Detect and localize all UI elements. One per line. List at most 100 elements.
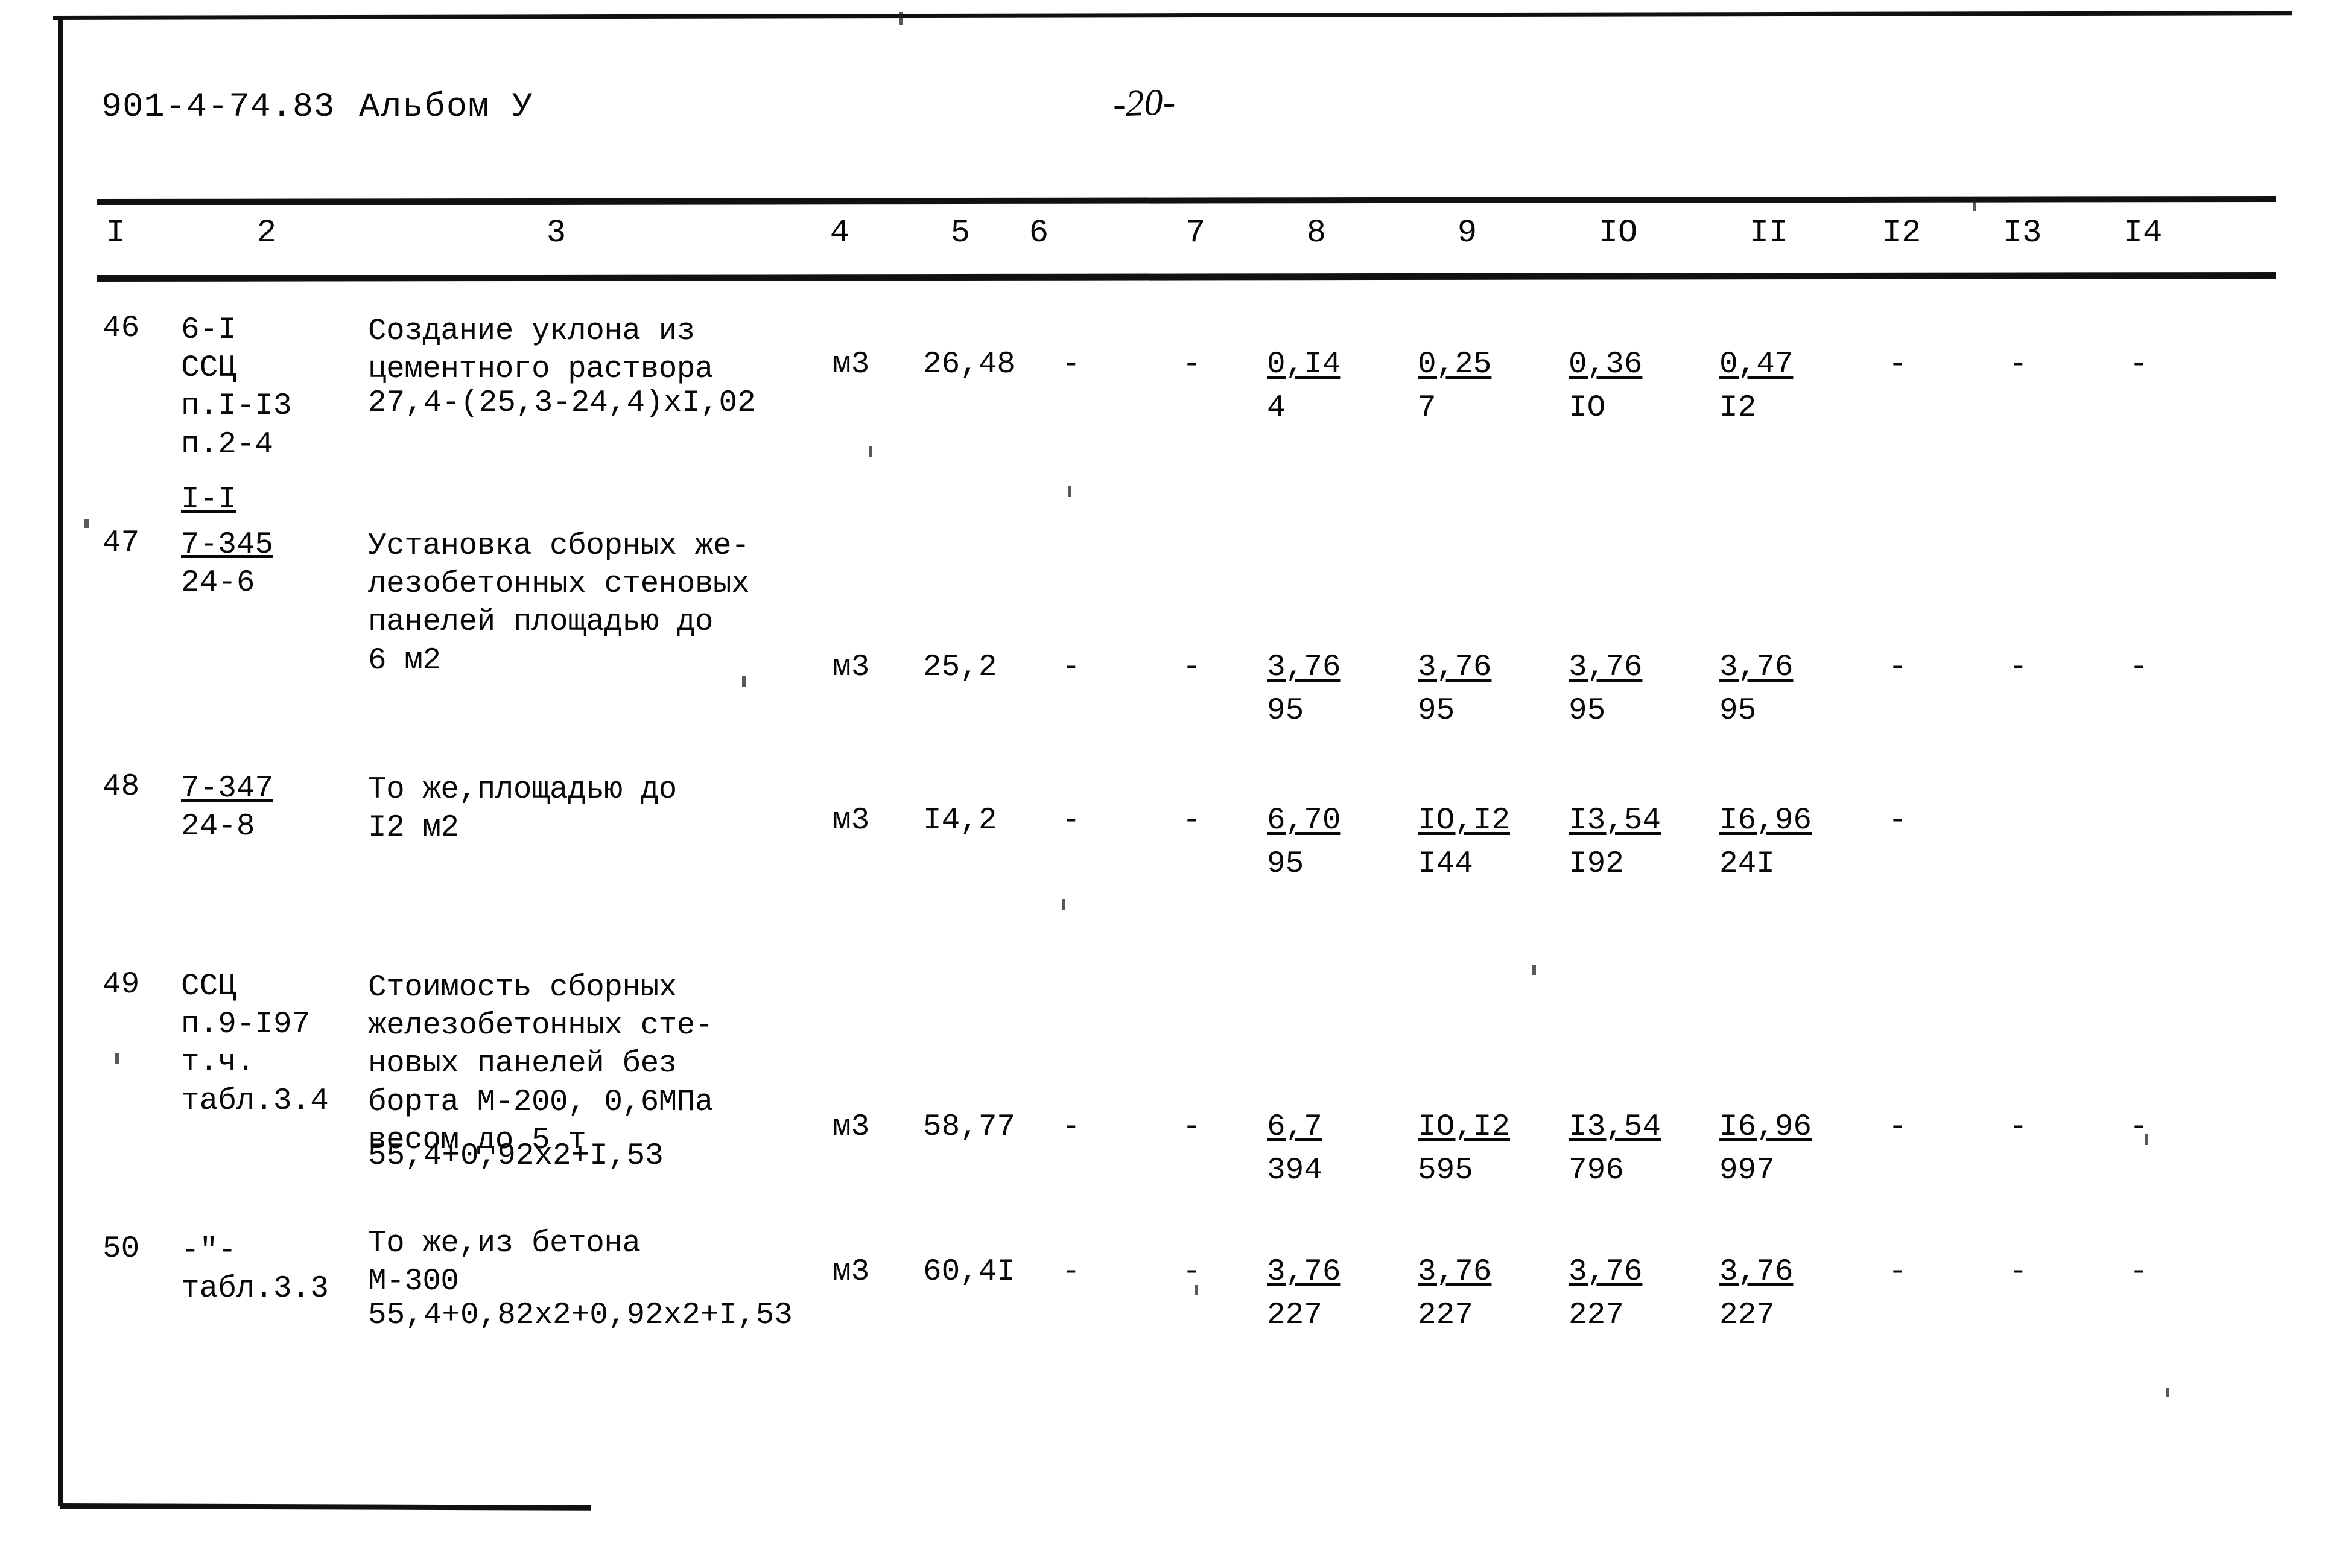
empty-cell-dash: -: [1888, 804, 1907, 838]
work-description: То же,площадью до I2 м2: [368, 773, 677, 846]
fraction-denominator: 7: [1418, 390, 1436, 425]
norm-code-line: табл.3.4: [181, 1084, 329, 1119]
norm-code-line: 7-347: [181, 770, 273, 808]
norm-code-underlined: 7-345: [181, 528, 274, 562]
unit-of-measure: м3: [833, 804, 870, 838]
empty-cell-dash: -: [2009, 1255, 2028, 1289]
fraction-denominator: I92: [1569, 846, 1624, 881]
norm-code-underlined: I-I: [181, 482, 236, 517]
norm-code-line: 24-6: [181, 566, 255, 601]
fraction-cell-col10: I3,54 I92: [1569, 805, 1683, 880]
norm-code-line: ССЦ: [181, 351, 236, 386]
empty-cell-dash: -: [1062, 650, 1080, 685]
empty-cell-dash: -: [2009, 1110, 2028, 1144]
row-number: 48: [103, 770, 140, 804]
fraction-cell-col11: 3,76 227: [1719, 1256, 1834, 1332]
row-number: 46: [103, 311, 140, 346]
empty-cell-dash: -: [1888, 1255, 1907, 1289]
fraction-numerator: 3,76: [1267, 1255, 1341, 1289]
empty-cell-dash: -: [2009, 348, 2028, 382]
fraction-cell-col8: 3,76 227: [1267, 1256, 1382, 1332]
empty-cell-dash: -: [1888, 650, 1907, 685]
empty-cell-dash: -: [2130, 1255, 2148, 1289]
fraction-numerator: 3,76: [1267, 650, 1341, 685]
scan-speckle: [1532, 965, 1536, 975]
quantity-value: 60,4I: [923, 1255, 1016, 1289]
empty-cell-dash: -: [1062, 1255, 1080, 1289]
fraction-cell-col10: I3,54 796: [1569, 1111, 1683, 1187]
work-description: Создание уклона из цементного раствора: [368, 314, 714, 387]
norm-code: -"- табл.3.3: [181, 1232, 329, 1308]
fraction-cell-col11: I6,96 997: [1719, 1111, 1834, 1187]
scan-speckle: [1068, 486, 1071, 497]
fraction-cell-col8: 6,7 394: [1267, 1111, 1382, 1187]
fraction-cell-col10: 0,36 IO: [1569, 349, 1683, 424]
fraction-cell-col11: I6,96 24I: [1719, 805, 1834, 880]
scan-speckle: [742, 676, 746, 687]
scan-speckle: [1195, 1285, 1198, 1295]
fraction-numerator: 3,76: [1418, 1255, 1492, 1289]
quantity-value: 26,48: [923, 348, 1016, 382]
fraction-cell-col9: 3,76 95: [1418, 652, 1532, 727]
fraction-cell-col9: IO,I2 I44: [1418, 805, 1532, 880]
fraction-denominator: 227: [1569, 1298, 1624, 1333]
fraction-denominator: 796: [1569, 1153, 1624, 1188]
fraction-numerator: 0,25: [1418, 348, 1492, 382]
empty-cell-dash: -: [1062, 348, 1080, 382]
fraction-denominator: 95: [1418, 693, 1455, 728]
fraction-denominator: 95: [1267, 846, 1304, 881]
fraction-cell-col8: 6,70 95: [1267, 805, 1382, 880]
norm-code-underlined: 7-347: [181, 772, 274, 806]
fraction-denominator: 227: [1267, 1298, 1322, 1333]
unit-of-measure: м3: [833, 348, 870, 382]
fraction-numerator: 0,I4: [1267, 348, 1341, 382]
fraction-numerator: 3,76: [1719, 650, 1794, 685]
empty-cell-dash: -: [1182, 1110, 1201, 1144]
quantity-value: 58,77: [923, 1110, 1016, 1144]
scan-speckle: [84, 519, 89, 528]
fraction-numerator: I6,96: [1719, 804, 1812, 838]
empty-cell-dash: -: [1062, 1110, 1080, 1144]
empty-cell-dash: -: [2130, 348, 2148, 382]
work-description: Стоимость сборных железобетонных сте- но…: [368, 971, 714, 1158]
norm-code-line: табл.3.3: [181, 1272, 329, 1307]
norm-code-line: п.2-4: [181, 427, 274, 462]
fraction-denominator: 95: [1719, 693, 1757, 728]
fraction-cell-col10: 3,76 95: [1569, 652, 1683, 727]
fraction-cell-col8: 3,76 95: [1267, 652, 1382, 727]
fraction-denominator: 997: [1719, 1153, 1775, 1188]
quantity-value: I4,2: [923, 804, 997, 838]
fraction-denominator: 4: [1267, 390, 1286, 425]
fraction-numerator: 3,76: [1418, 650, 1492, 685]
table-body: 46 6-I ССЦ п.I-I3 п.2-4 I-I Создание уклона из…: [0, 0, 2351, 1568]
fraction-numerator: 3,76: [1569, 650, 1643, 685]
unit-of-measure: м3: [833, 650, 870, 685]
fraction-numerator: I6,96: [1719, 1110, 1812, 1144]
fraction-denominator: 95: [1569, 693, 1606, 728]
scan-speckle: [869, 446, 872, 457]
empty-cell-dash: -: [1888, 348, 1907, 382]
fraction-numerator: 6,7: [1267, 1110, 1322, 1144]
fraction-denominator: 227: [1719, 1298, 1775, 1333]
norm-code-line: -"-: [181, 1234, 236, 1268]
work-description: То же,из бетона М-300: [368, 1227, 641, 1300]
norm-code-line: 24-8: [181, 810, 255, 845]
empty-cell-dash: -: [2009, 650, 2028, 685]
quantity-formula: 27,4-(25,3-24,4)xI,02: [368, 386, 756, 421]
norm-code-line: I-I: [181, 481, 292, 519]
fraction-denominator: 394: [1267, 1153, 1322, 1188]
empty-cell-dash: -: [1182, 348, 1201, 382]
empty-cell-dash: -: [1062, 804, 1080, 838]
norm-code: 6-I ССЦ п.I-I3 п.2-4 I-I: [181, 311, 292, 519]
row-number: 47: [103, 526, 140, 560]
scan-speckle: [1973, 199, 1976, 211]
row-number: 50: [103, 1232, 140, 1266]
norm-code: ССЦ п.9-I97 т.ч. табл.3.4: [181, 968, 329, 1120]
norm-code-line: 7-345: [181, 526, 273, 564]
unit-of-measure: м3: [833, 1255, 870, 1289]
scan-speckle: [899, 12, 903, 25]
fraction-denominator: 227: [1418, 1298, 1473, 1333]
fraction-numerator: I3,54: [1569, 1110, 1661, 1144]
norm-code-line: ССЦ: [181, 970, 236, 1004]
fraction-cell-col9: IO,I2 595: [1418, 1111, 1532, 1187]
